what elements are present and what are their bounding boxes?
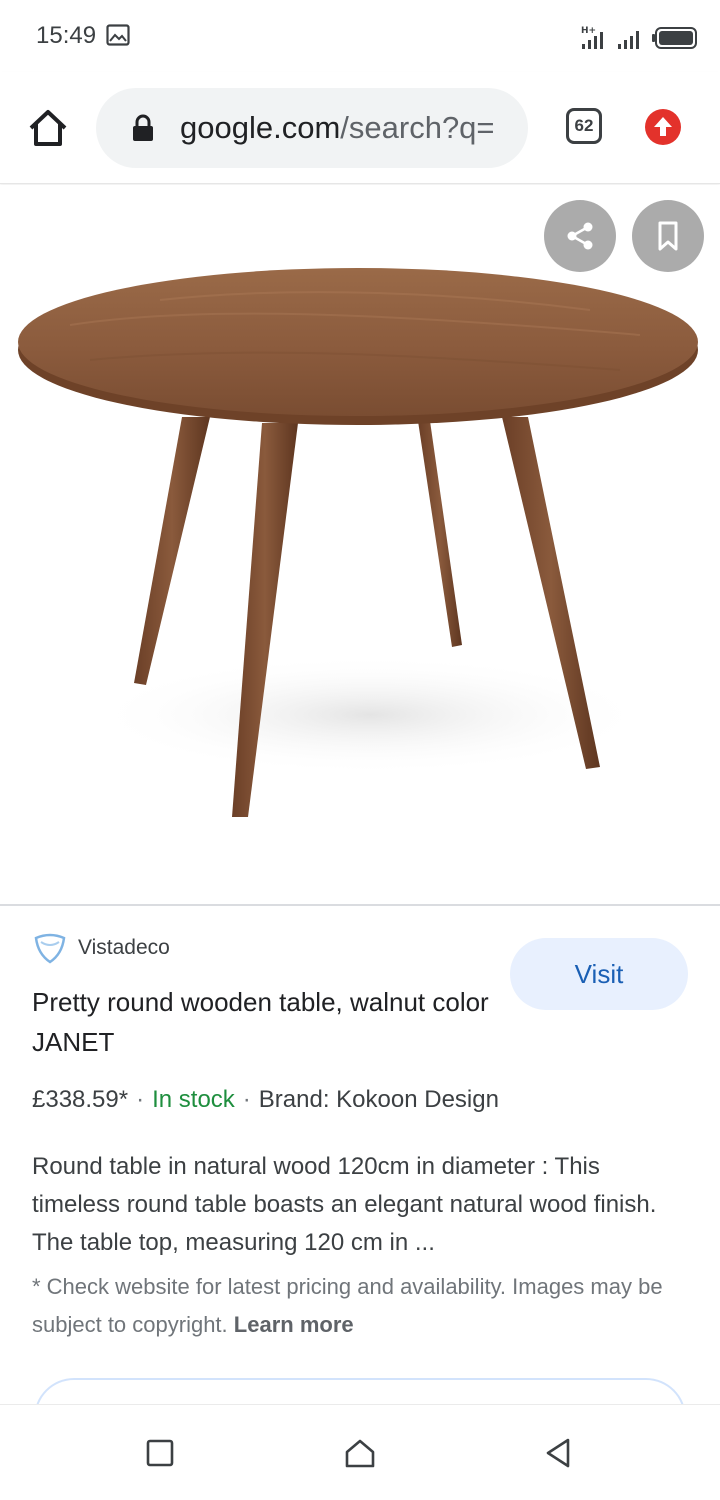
battery-icon bbox=[652, 27, 697, 49]
update-icon bbox=[654, 117, 672, 136]
status-bar: 15:49 H+ bbox=[0, 0, 720, 72]
home-icon[interactable] bbox=[342, 1435, 378, 1471]
status-right-icons: H+ bbox=[580, 22, 698, 50]
stock-status: In stock bbox=[152, 1086, 235, 1113]
lock-icon bbox=[133, 114, 153, 141]
back-icon[interactable] bbox=[540, 1435, 576, 1471]
visit-button[interactable]: Visit bbox=[510, 938, 688, 1010]
description: Round table in natural wood 120cm in dia… bbox=[32, 1153, 657, 1256]
save-button[interactable] bbox=[632, 200, 704, 272]
image-viewer bbox=[0, 185, 720, 905]
update-button[interactable] bbox=[645, 109, 681, 145]
source-name: Vistadeco bbox=[78, 936, 170, 959]
bookmark-icon bbox=[658, 221, 678, 251]
recent-apps-icon[interactable] bbox=[142, 1435, 178, 1471]
signal-icon bbox=[618, 31, 639, 49]
product-image[interactable] bbox=[0, 185, 720, 905]
tab-switcher-button[interactable]: 62 bbox=[566, 108, 602, 144]
result-title[interactable]: Pretty round wooden table, walnut color … bbox=[32, 982, 502, 1062]
share-button[interactable] bbox=[544, 200, 616, 272]
brand: Brand: Kokoon Design bbox=[258, 1086, 499, 1113]
share-icon bbox=[567, 222, 593, 250]
url-domain: google.com bbox=[180, 110, 341, 145]
url-text: google.com/search?q= bbox=[180, 110, 495, 146]
home-icon[interactable] bbox=[26, 106, 70, 150]
url-path: /search?q= bbox=[340, 110, 495, 145]
divider bbox=[0, 904, 720, 906]
browser-toolbar: google.com/search?q= 62 bbox=[0, 72, 720, 184]
price: £338.59* bbox=[32, 1086, 129, 1113]
gallery-icon bbox=[106, 24, 130, 46]
system-nav-bar bbox=[0, 1404, 720, 1500]
site-favicon-icon bbox=[34, 933, 66, 964]
address-bar[interactable]: google.com/search?q= bbox=[96, 88, 528, 168]
disclaimer: * Check website for latest pricing and a… bbox=[32, 1268, 672, 1344]
learn-more-link[interactable]: Learn more bbox=[234, 1312, 354, 1337]
svg-text:H+: H+ bbox=[581, 26, 596, 36]
signal-hplus-icon: H+ bbox=[581, 26, 603, 49]
status-time: 15:49 bbox=[36, 22, 97, 49]
meta-row: £338.59* · In stock · Brand: Kokoon Design bbox=[32, 1086, 499, 1113]
source-row[interactable]: Vistadeco bbox=[32, 930, 170, 966]
